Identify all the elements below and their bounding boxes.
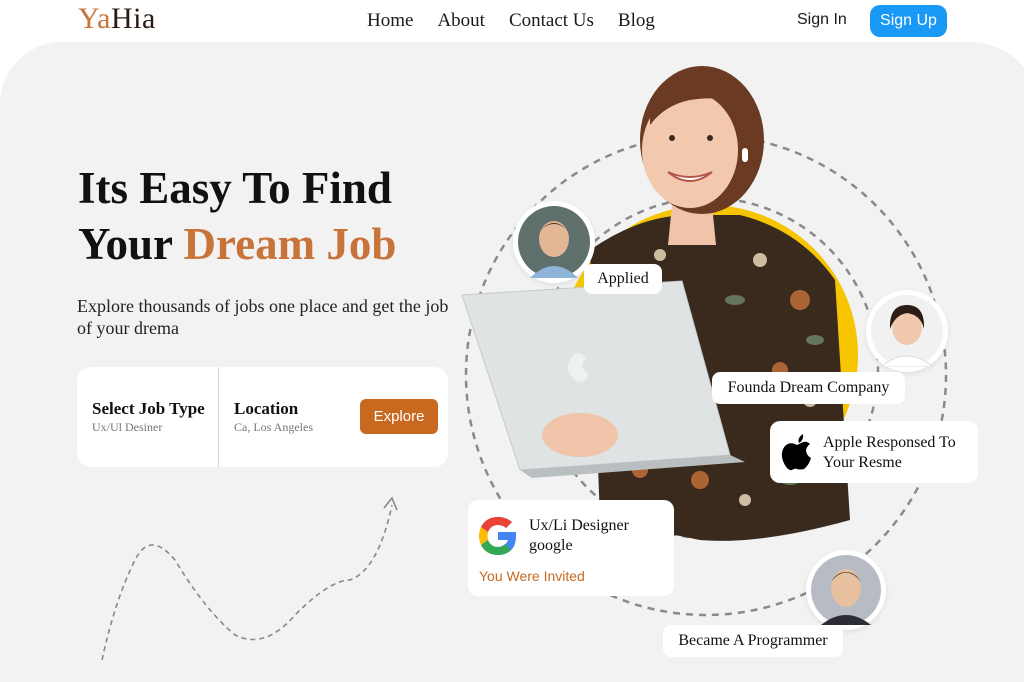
tag-programmer: Became A Programmer xyxy=(663,625,843,657)
apple-line-1: Apple Responsed To xyxy=(823,434,956,451)
apple-card: Apple Responsed To Your Resme xyxy=(770,421,978,483)
arrow-icon xyxy=(101,504,393,661)
apple-line-2: Your Resme xyxy=(823,454,902,471)
avatar-founda xyxy=(866,290,948,372)
headline-accent: Dream Job xyxy=(183,219,397,269)
location-value[interactable]: Ca, Los Angeles xyxy=(234,420,313,435)
headline-line-2: Your Dream Job xyxy=(78,216,396,272)
woman-avatar xyxy=(871,295,943,367)
location-label[interactable]: Location xyxy=(234,399,298,419)
invited-status: You Were Invited xyxy=(479,568,585,584)
man-avatar xyxy=(518,206,590,278)
google-card: Ux/Li Designer google You Were Invited xyxy=(468,500,674,596)
avatar-programmer xyxy=(806,550,886,630)
apple-icon xyxy=(781,434,811,471)
job-type-label[interactable]: Select Job Type xyxy=(92,399,205,419)
headline-plain: Your xyxy=(78,219,184,269)
job-type-value[interactable]: Ux/Ul Desiner xyxy=(92,420,162,435)
headline-line-1: Its Easy To Find xyxy=(78,163,392,213)
tag-applied: Applied xyxy=(584,264,662,294)
job-title: Ux/Li Designer xyxy=(529,517,629,534)
hero-subtitle: Explore thousands of jobs one place and … xyxy=(77,296,449,338)
hero-headline: Its Easy To Find Your Dream Job xyxy=(78,160,396,272)
google-icon xyxy=(479,517,516,555)
tag-founda: Founda Dream Company xyxy=(712,372,905,404)
job-company: google xyxy=(529,537,573,554)
avatar-applied xyxy=(513,201,595,283)
job-search-card: Select Job Type Ux/Ul Desiner Location C… xyxy=(77,367,448,467)
apple-card-text: Apple Responsed To Your Resme xyxy=(823,433,956,473)
programmer-avatar xyxy=(811,555,881,625)
explore-button[interactable]: Explore xyxy=(360,399,438,434)
search-divider xyxy=(218,367,219,467)
google-card-text: Ux/Li Designer google xyxy=(529,516,629,556)
